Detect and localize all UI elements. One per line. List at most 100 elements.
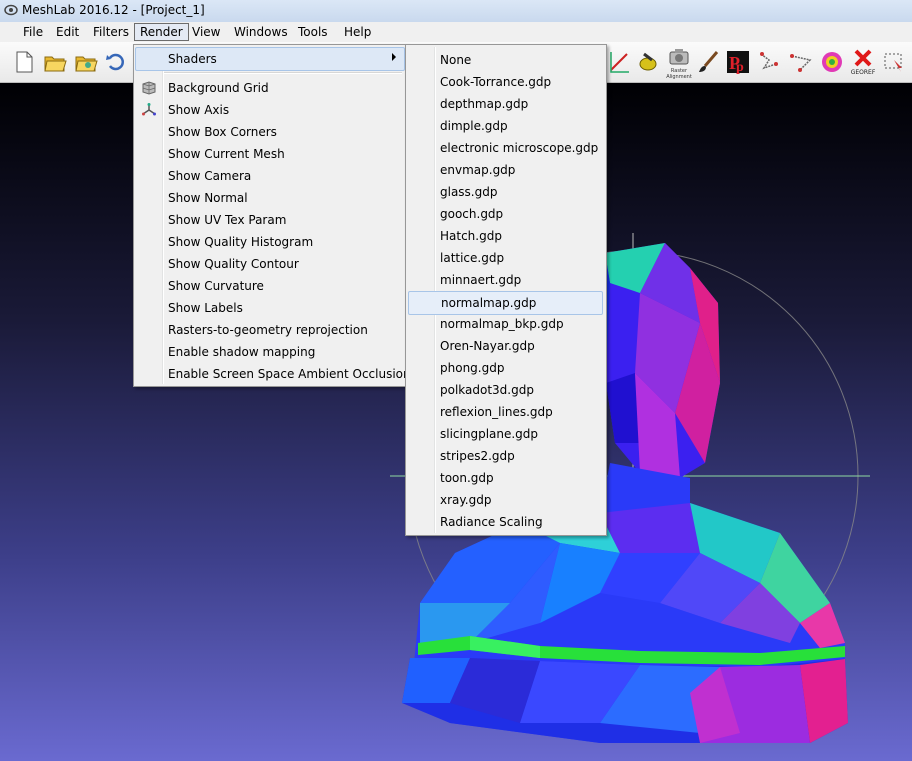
shader-item-label: reflexion_lines.gdp — [440, 405, 553, 419]
menu-item-label: Show UV Tex Param — [168, 213, 287, 227]
shader-item-polkadot3d[interactable]: polkadot3d.gdp — [408, 379, 604, 401]
svg-text:p: p — [736, 60, 744, 74]
shader-item-phong[interactable]: phong.gdp — [408, 357, 604, 379]
open-folder-icon[interactable] — [43, 50, 67, 74]
paint-icon[interactable] — [636, 50, 660, 74]
menu-file[interactable]: File — [18, 24, 48, 40]
menu-item-show-labels[interactable]: Show Labels — [136, 297, 404, 319]
shader-item-lattice[interactable]: lattice.gdp — [408, 247, 604, 269]
shader-item-hatch[interactable]: Hatch.gdp — [408, 225, 604, 247]
menu-windows[interactable]: Windows — [229, 24, 293, 40]
align-2-icon[interactable] — [789, 50, 813, 74]
shader-item-oren-nayar[interactable]: Oren-Nayar.gdp — [408, 335, 604, 357]
shader-item-slicingplane[interactable]: slicingplane.gdp — [408, 423, 604, 445]
shader-item-normalmap[interactable]: normalmap.gdp — [408, 291, 603, 315]
menu-edit[interactable]: Edit — [51, 24, 84, 40]
menu-item-show-axis[interactable]: Show Axis — [136, 99, 404, 121]
open-project-icon[interactable] — [74, 50, 98, 74]
menu-item-show-quality-contour[interactable]: Show Quality Contour — [136, 253, 404, 275]
menu-item-label: Show Quality Histogram — [168, 235, 314, 249]
align-icon[interactable] — [758, 50, 782, 74]
shader-item-toon[interactable]: toon.gdp — [408, 467, 604, 489]
shader-item-xray[interactable]: xray.gdp — [408, 489, 604, 511]
grid-icon — [142, 81, 156, 95]
menu-item-show-curvature[interactable]: Show Curvature — [136, 275, 404, 297]
shader-item-reflexion-lines[interactable]: reflexion_lines.gdp — [408, 401, 604, 423]
shader-item-electronic-microscope[interactable]: electronic microscope.gdp — [408, 137, 604, 159]
shader-item-label: Radiance Scaling — [440, 515, 543, 529]
shader-item-gooch[interactable]: gooch.gdp — [408, 203, 604, 225]
new-document-icon[interactable] — [12, 50, 36, 74]
menu-item-rasters-reprojection[interactable]: Rasters-to-geometry reprojection — [136, 319, 404, 341]
shader-item-label: xray.gdp — [440, 493, 492, 507]
menu-item-label: Shaders — [168, 52, 217, 66]
measure-icon[interactable] — [607, 50, 631, 74]
select-icon[interactable] — [882, 50, 906, 74]
menu-item-label: Show Labels — [168, 301, 243, 315]
pickpoints-icon[interactable]: Pp — [726, 50, 750, 74]
georef-caption: GEOREF — [850, 69, 876, 76]
shaders-submenu: None Cook-Torrance.gdp depthmap.gdp dimp… — [405, 44, 607, 536]
shader-item-cook-torrance[interactable]: Cook-Torrance.gdp — [408, 71, 604, 93]
shader-item-label: Cook-Torrance.gdp — [440, 75, 552, 89]
menu-item-label: Show Normal — [168, 191, 248, 205]
menu-item-label: Rasters-to-geometry reprojection — [168, 323, 368, 337]
shader-item-label: normalmap.gdp — [441, 296, 537, 310]
title-bar: MeshLab 2016.12 - [Project_1] — [0, 0, 912, 22]
reload-icon[interactable] — [104, 50, 128, 74]
georef-icon — [854, 49, 872, 67]
menu-separator — [164, 72, 402, 74]
menu-item-enable-shadow-mapping[interactable]: Enable shadow mapping — [136, 341, 404, 363]
shader-item-envmap[interactable]: envmap.gdp — [408, 159, 604, 181]
shader-item-dimple[interactable]: dimple.gdp — [408, 115, 604, 137]
menu-item-label: Show Quality Contour — [168, 257, 299, 271]
menu-item-label: Show Axis — [168, 103, 230, 117]
window-title: MeshLab 2016.12 - [Project_1] — [22, 3, 205, 17]
menu-item-show-quality-histogram[interactable]: Show Quality Histogram — [136, 231, 404, 253]
shader-item-label: minnaert.gdp — [440, 273, 522, 287]
menu-render[interactable]: Render — [134, 23, 189, 41]
menu-item-show-camera[interactable]: Show Camera — [136, 165, 404, 187]
shader-item-label: normalmap_bkp.gdp — [440, 317, 564, 331]
shader-item-label: gooch.gdp — [440, 207, 504, 221]
menu-tools[interactable]: Tools — [293, 24, 333, 40]
menu-view[interactable]: View — [187, 24, 225, 40]
menu-filters[interactable]: Filters — [88, 24, 134, 40]
georef-button[interactable]: GEOREF — [848, 48, 878, 78]
shader-item-label: lattice.gdp — [440, 251, 505, 265]
paintbrush-icon[interactable] — [697, 50, 721, 74]
menu-item-show-normal[interactable]: Show Normal — [136, 187, 404, 209]
shader-item-label: None — [440, 53, 472, 67]
shader-item-depthmap[interactable]: depthmap.gdp — [408, 93, 604, 115]
shader-item-none[interactable]: None — [408, 49, 604, 71]
menu-item-show-box-corners[interactable]: Show Box Corners — [136, 121, 404, 143]
menu-item-show-uv-tex-param[interactable]: Show UV Tex Param — [136, 209, 404, 231]
shader-item-normalmap-bkp[interactable]: normalmap_bkp.gdp — [408, 313, 604, 335]
menu-help[interactable]: Help — [339, 24, 376, 40]
shader-item-stripes2[interactable]: stripes2.gdp — [408, 445, 604, 467]
menu-item-label: Show Curvature — [168, 279, 264, 293]
shader-item-label: stripes2.gdp — [440, 449, 515, 463]
menu-item-label: Enable Screen Space Ambient Occlusion — [168, 367, 411, 381]
texture-icon[interactable] — [820, 50, 844, 74]
camera-caption: Raster Alignment — [666, 68, 692, 80]
raster-alignment-button[interactable]: Raster Alignment — [664, 46, 694, 80]
render-menu: Shaders Background Grid Show Axis Show B… — [133, 44, 411, 387]
camera-icon — [669, 49, 689, 65]
shader-item-glass[interactable]: glass.gdp — [408, 181, 604, 203]
submenu-arrow-icon — [392, 53, 396, 61]
shader-item-label: Oren-Nayar.gdp — [440, 339, 535, 353]
shader-item-radiance-scaling[interactable]: Radiance Scaling — [408, 511, 604, 533]
meshlab-logo-icon — [4, 4, 18, 16]
menu-item-show-current-mesh[interactable]: Show Current Mesh — [136, 143, 404, 165]
menu-item-label: Background Grid — [168, 81, 269, 95]
shader-item-label: phong.gdp — [440, 361, 505, 375]
menu-item-label: Show Camera — [168, 169, 252, 183]
shader-item-label: polkadot3d.gdp — [440, 383, 534, 397]
menu-item-label: Show Box Corners — [168, 125, 277, 139]
shader-item-minnaert[interactable]: minnaert.gdp — [408, 269, 604, 291]
menu-item-enable-ssao[interactable]: Enable Screen Space Ambient Occlusion — [136, 363, 411, 385]
menu-item-shaders[interactable]: Shaders — [135, 47, 405, 71]
shader-item-label: glass.gdp — [440, 185, 498, 199]
menu-item-background-grid[interactable]: Background Grid — [136, 77, 404, 99]
